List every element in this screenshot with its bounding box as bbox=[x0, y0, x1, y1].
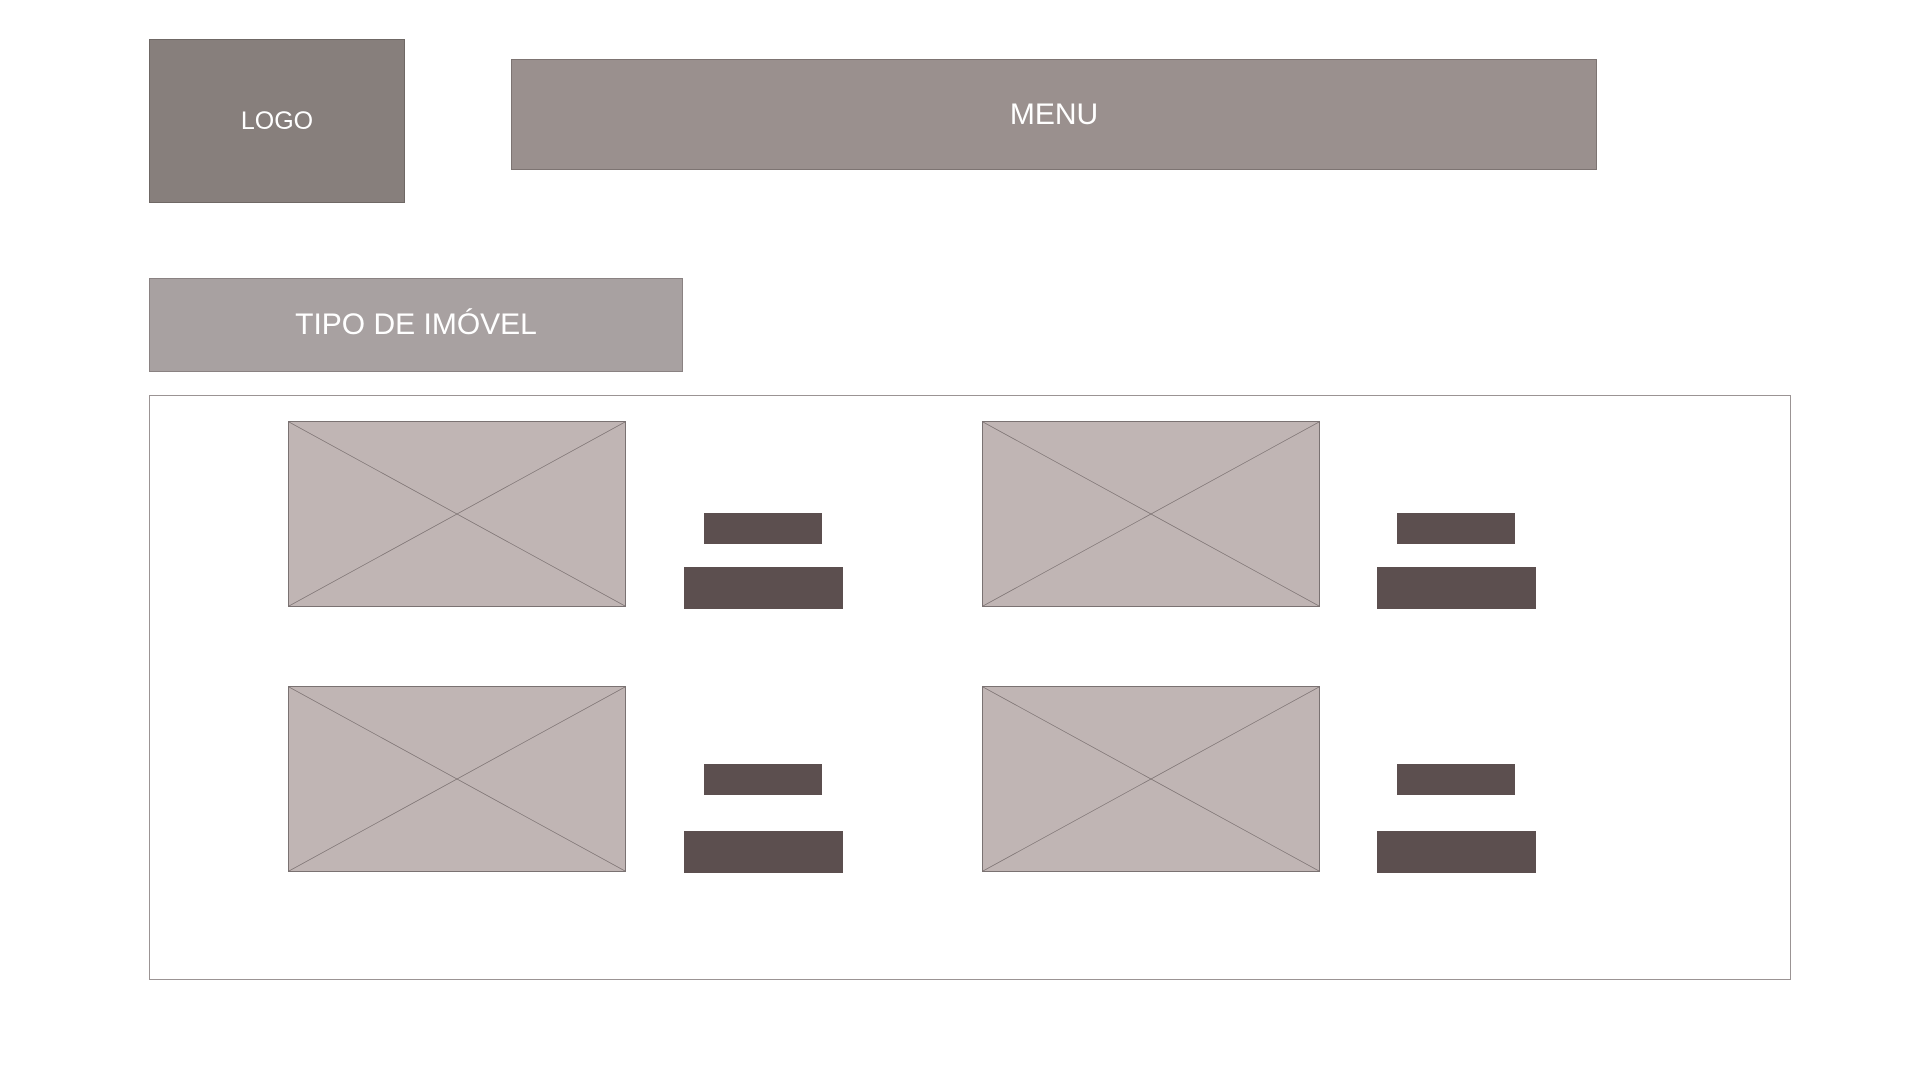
image-placeholder-icon bbox=[983, 687, 1319, 871]
listing-title-4[interactable] bbox=[1397, 764, 1515, 795]
menu-label: MENU bbox=[1009, 97, 1099, 131]
property-type-button[interactable]: TIPO DE IMÓVEL bbox=[149, 278, 683, 372]
listing-price-3[interactable] bbox=[684, 831, 843, 873]
listing-image-2[interactable] bbox=[982, 421, 1320, 607]
logo[interactable]: LOGO bbox=[149, 39, 405, 203]
property-type-label: TIPO DE IMÓVEL bbox=[295, 308, 537, 341]
image-placeholder-icon bbox=[289, 687, 625, 871]
listing-price-4[interactable] bbox=[1377, 831, 1536, 873]
logo-label: LOGO bbox=[240, 106, 314, 135]
listing-price-1[interactable] bbox=[684, 567, 843, 609]
main-menu[interactable]: MENU bbox=[511, 59, 1597, 170]
image-placeholder-icon bbox=[983, 422, 1319, 606]
listing-title-3[interactable] bbox=[704, 764, 822, 795]
listings-container bbox=[149, 395, 1791, 980]
listing-image-3[interactable] bbox=[288, 686, 626, 872]
listing-title-1[interactable] bbox=[704, 513, 822, 544]
listing-price-2[interactable] bbox=[1377, 567, 1536, 609]
listing-image-4[interactable] bbox=[982, 686, 1320, 872]
listing-title-2[interactable] bbox=[1397, 513, 1515, 544]
listing-image-1[interactable] bbox=[288, 421, 626, 607]
image-placeholder-icon bbox=[289, 422, 625, 606]
